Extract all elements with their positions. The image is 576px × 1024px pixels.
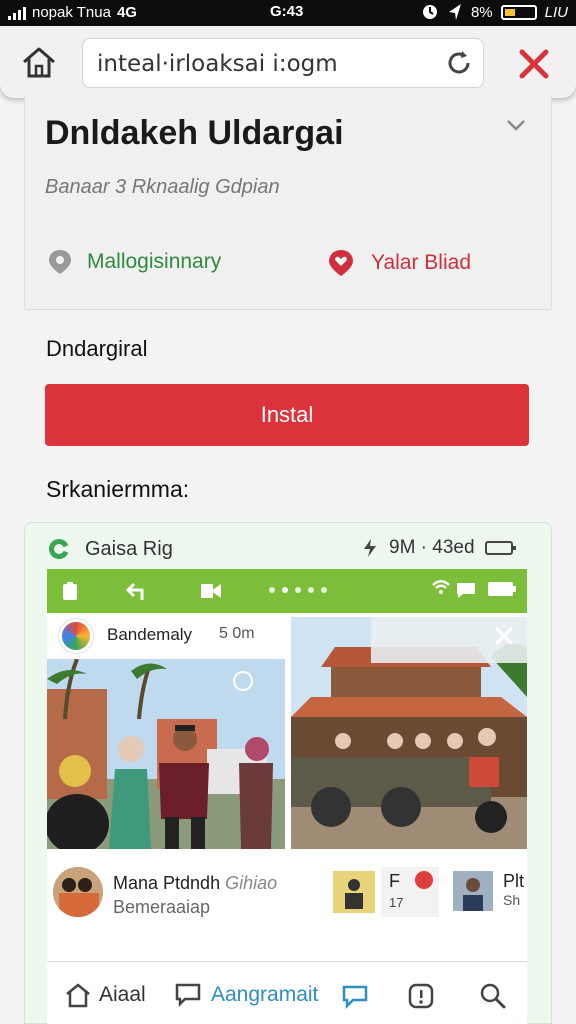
preview-meta: 9M · 43ed	[361, 537, 517, 559]
post-photo-market[interactable]	[291, 617, 527, 849]
chat-icon	[175, 983, 201, 1008]
section-heading: Dndargiral	[46, 336, 148, 361]
thumbnail-man[interactable]	[453, 871, 493, 911]
clipboard-icon	[63, 582, 77, 600]
market-photo	[291, 617, 527, 849]
app-logo-icon	[49, 539, 69, 559]
reload-icon	[448, 51, 470, 74]
status-bar: nopak Tnua 4G G:43 8% LIU	[0, 0, 576, 26]
story-name: Bandemaly	[107, 625, 193, 644]
reload-button[interactable]	[444, 48, 474, 78]
post-author-name: Mana Ptdndh	[113, 873, 221, 893]
back-arrow-icon	[125, 582, 144, 600]
location-pin-icon	[49, 250, 71, 274]
post-author: Mana Ptdndh Gihiao	[113, 873, 277, 894]
notification-icon[interactable]	[407, 982, 435, 1010]
story-avatar[interactable]	[59, 619, 93, 653]
app-info-card: Dnldakeh Uldargai Banaar 3 Rknaalig Gdpi…	[24, 96, 552, 310]
close-tab-button[interactable]	[516, 46, 552, 82]
favorite-label: Yalar Bliad	[371, 251, 471, 274]
chevron-down-icon[interactable]	[505, 116, 527, 134]
post-photo-people[interactable]	[47, 659, 285, 849]
message-icon	[457, 583, 475, 598]
battery-outline-icon	[484, 541, 516, 555]
url-text: inteal·irloaksai i:ogm	[97, 51, 338, 77]
app-top-bar	[47, 569, 527, 613]
preview-meta-text: 9M · 43ed	[389, 537, 475, 558]
post-avatar	[53, 867, 103, 917]
comment-icon[interactable]	[341, 984, 369, 1010]
nav-item-messages-label: Aangramait	[211, 983, 319, 1006]
install-button[interactable]: Instal	[45, 384, 529, 446]
post-author-suffix: Gihiao	[225, 873, 278, 893]
close-icon	[519, 49, 549, 79]
thumb4-letter: Plt	[503, 871, 525, 891]
app-battery-icon	[488, 582, 516, 596]
thumbnail-text[interactable]: Plt Sh	[503, 871, 527, 908]
status-time: G:43	[270, 3, 304, 20]
preview-app-header: Gaisa Rig	[47, 537, 173, 561]
search-icon[interactable]	[479, 982, 507, 1010]
house-icon	[66, 983, 90, 1008]
browser-toolbar: inteal·irloaksai i:ogm	[0, 26, 576, 98]
story-time: 5 0m	[219, 625, 255, 642]
map-pin-icon	[415, 871, 433, 889]
battery-icon	[500, 4, 537, 20]
person-thumb	[345, 879, 363, 909]
home-button[interactable]	[20, 44, 58, 80]
nav-item-home[interactable]: Aiaal	[65, 982, 146, 1008]
man-thumb	[453, 871, 493, 911]
thumb-letter: F	[389, 871, 400, 891]
favorite-link[interactable]: Yalar Bliad	[327, 248, 471, 278]
close-photo-icon[interactable]	[493, 625, 515, 647]
thumb4-number: Sh	[503, 892, 521, 908]
page-dots	[269, 587, 327, 593]
screenshot-preview: Gaisa Rig 9M · 43ed Bandemaly 5 0m Mana …	[24, 522, 552, 1024]
people-photo	[47, 659, 285, 849]
wifi-icon	[432, 580, 450, 594]
phone-screenshot: Bandemaly 5 0m Mana Ptdndh Gihiao Bemera…	[47, 569, 527, 1024]
location-arrow-icon	[448, 4, 461, 20]
share-icon	[201, 584, 221, 598]
url-input[interactable]: inteal·irloaksai i:ogm	[82, 38, 484, 88]
screenshots-heading: Srkaniermma:	[46, 476, 190, 502]
nav-item-messages[interactable]: Aangramait	[175, 982, 318, 1008]
status-extra: LIU	[544, 3, 568, 21]
nav-item-home-label: Aiaal	[99, 983, 146, 1006]
signal-icon	[8, 6, 26, 20]
location-label: Mallogisinnary	[87, 250, 222, 273]
carrier-name: nopak Tnua	[32, 4, 111, 21]
flash-icon	[364, 539, 376, 557]
status-left: nopak Tnua 4G	[8, 4, 137, 21]
battery-percent: 8%	[470, 3, 493, 21]
preview-app-name: Gaisa Rig	[85, 537, 173, 560]
bottom-nav: Aiaal Aangramait	[47, 962, 527, 1024]
location-link[interactable]: Mallogisinnary	[47, 248, 221, 276]
status-right: 8% LIU	[421, 3, 568, 21]
network-type: 4G	[116, 4, 137, 21]
thumbnail-map[interactable]: F 17	[381, 867, 439, 917]
thumb-number: 17	[389, 895, 404, 910]
heart-pin-icon	[329, 250, 353, 276]
post-row[interactable]: Mana Ptdndh Gihiao Bemeraaiap F 17 Plt S…	[47, 859, 527, 939]
alarm-icon	[422, 5, 437, 19]
app-title: Dnldakeh Uldargai	[45, 114, 344, 152]
thumbnail-person[interactable]	[333, 871, 375, 913]
home-icon	[23, 47, 55, 78]
avatar-photo	[53, 867, 103, 917]
post-subtitle: Bemeraaiap	[113, 897, 211, 917]
app-subtitle: Banaar 3 Rknaalig Gdpian	[45, 176, 280, 198]
